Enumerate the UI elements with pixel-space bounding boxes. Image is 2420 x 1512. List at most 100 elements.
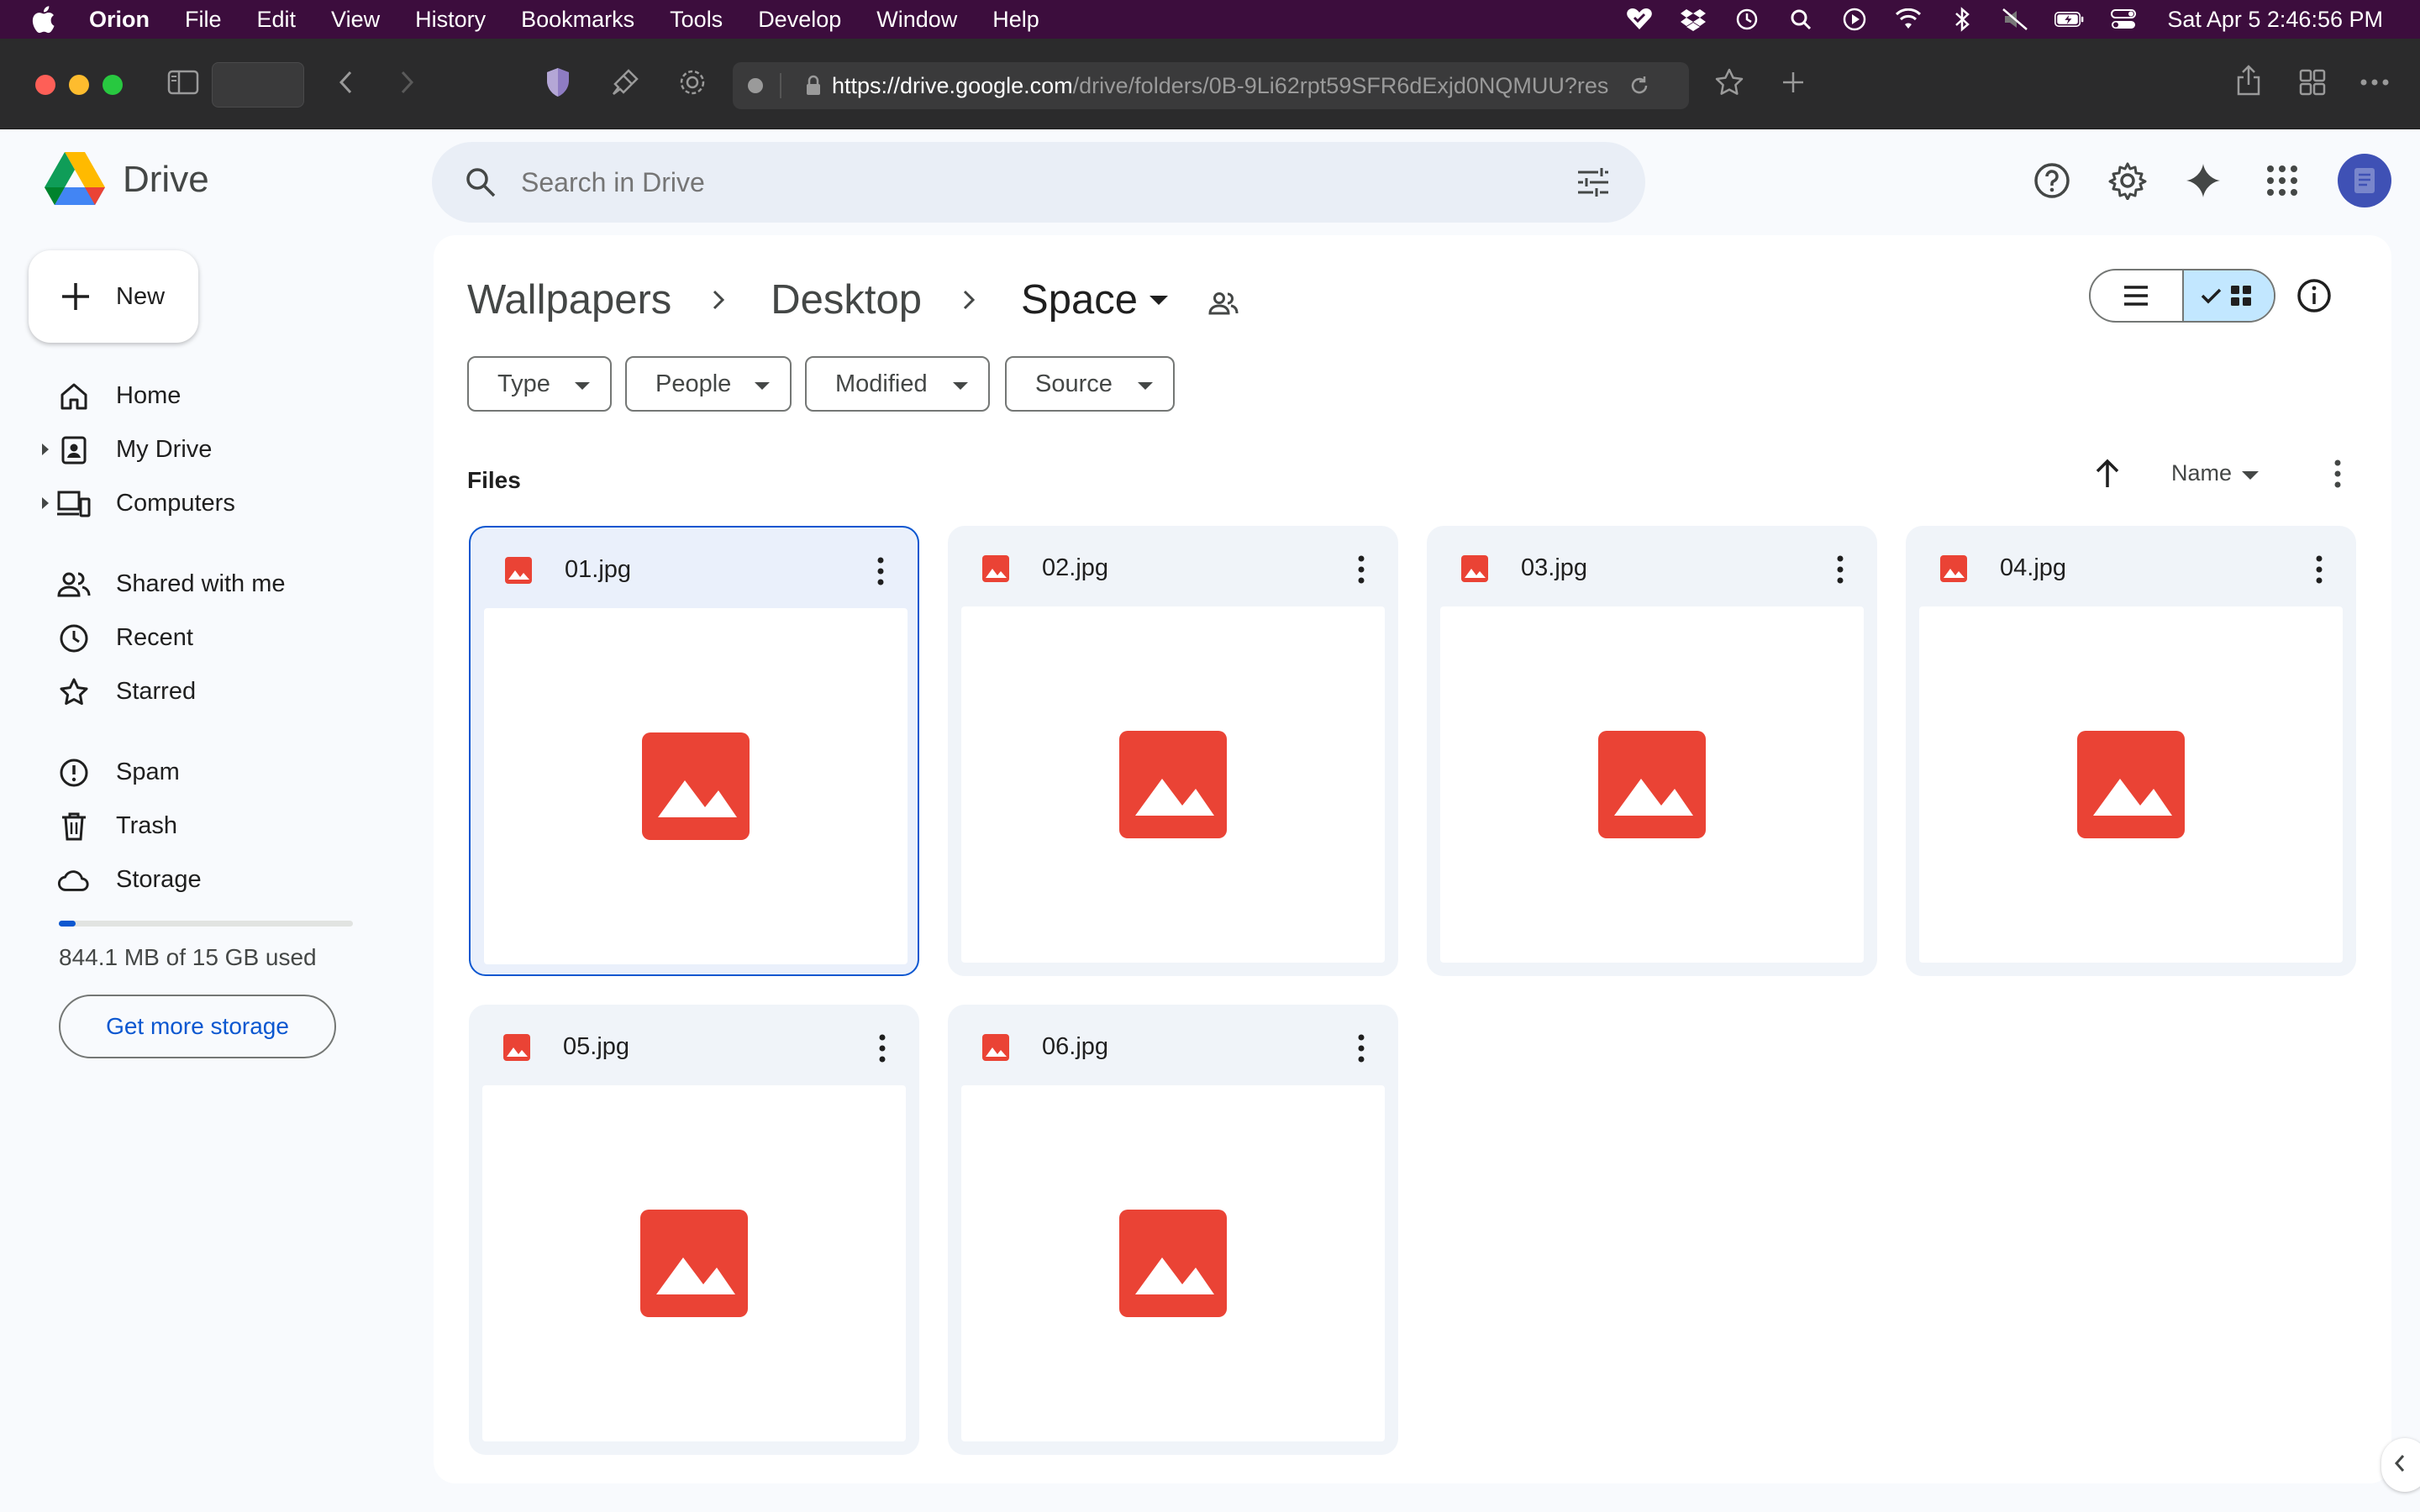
- file-name[interactable]: 03.jpg: [1521, 554, 1587, 582]
- file-thumbnail[interactable]: [961, 606, 1385, 963]
- menu-window[interactable]: Window: [876, 7, 957, 33]
- file-thumbnail[interactable]: [1919, 606, 2343, 963]
- modified-filter-chip[interactable]: Modified: [805, 356, 990, 412]
- apps-grid-icon[interactable]: [2259, 157, 2306, 204]
- sort-direction-icon[interactable]: [2089, 455, 2126, 492]
- close-window-button[interactable]: [35, 75, 55, 95]
- menu-view[interactable]: View: [331, 7, 380, 33]
- expand-caret-icon[interactable]: [42, 444, 49, 455]
- file-name[interactable]: 06.jpg: [1042, 1033, 1108, 1061]
- zoom-window-button[interactable]: [103, 75, 123, 95]
- drive-logo-icon[interactable]: [44, 150, 106, 206]
- people-filter-chip[interactable]: People: [625, 356, 792, 412]
- source-filter-chip[interactable]: Source: [1005, 356, 1175, 412]
- shared-folder-icon[interactable]: [1207, 283, 1240, 317]
- vpn-heart-icon[interactable]: [1624, 7, 1655, 32]
- list-view-button[interactable]: [2091, 270, 2182, 321]
- more-options-icon[interactable]: [2356, 64, 2393, 101]
- forward-icon[interactable]: [395, 66, 420, 99]
- breadcrumb-desktop[interactable]: Desktop: [771, 276, 922, 323]
- menu-help[interactable]: Help: [992, 7, 1039, 33]
- address-bar[interactable]: https://drive.google.com/drive/folders/0…: [733, 62, 1689, 109]
- file-name[interactable]: 05.jpg: [563, 1033, 629, 1061]
- file-name[interactable]: 04.jpg: [2000, 554, 2066, 582]
- menu-edit[interactable]: Edit: [257, 7, 297, 33]
- apple-icon[interactable]: [30, 4, 57, 34]
- search-input[interactable]: [521, 166, 1529, 198]
- breadcrumb-current-folder[interactable]: Space: [1021, 276, 1138, 323]
- play-icon[interactable]: [1839, 7, 1870, 32]
- menu-bookmarks[interactable]: Bookmarks: [521, 7, 634, 33]
- file-card[interactable]: 01.jpg: [469, 526, 919, 976]
- file-thumbnail[interactable]: [484, 608, 908, 964]
- sidebar-item-storage[interactable]: Storage: [0, 853, 403, 906]
- menu-develop[interactable]: Develop: [758, 7, 841, 33]
- file-more-icon[interactable]: [2301, 551, 2338, 588]
- more-actions-icon[interactable]: [2319, 455, 2356, 492]
- file-thumbnail[interactable]: [1440, 606, 1864, 963]
- share-icon[interactable]: [2230, 62, 2267, 99]
- account-avatar[interactable]: [2338, 154, 2391, 207]
- help-icon[interactable]: [2028, 157, 2075, 204]
- file-card[interactable]: 06.jpg: [948, 1005, 1398, 1455]
- extensions-gear-icon[interactable]: [674, 64, 711, 101]
- file-card[interactable]: 04.jpg: [1906, 526, 2356, 976]
- file-card[interactable]: 03.jpg: [1427, 526, 1877, 976]
- tools-icon[interactable]: [607, 64, 644, 101]
- side-panel-toggle[interactable]: [2381, 1438, 2420, 1492]
- file-thumbnail[interactable]: [482, 1085, 906, 1441]
- minimize-window-button[interactable]: [69, 75, 89, 95]
- file-more-icon[interactable]: [862, 553, 899, 590]
- new-button[interactable]: New: [29, 250, 198, 343]
- file-name[interactable]: 02.jpg: [1042, 554, 1108, 582]
- get-more-storage-button[interactable]: Get more storage: [59, 995, 336, 1058]
- sidebar-item-recent[interactable]: Recent: [0, 612, 403, 664]
- menu-history[interactable]: History: [415, 7, 486, 33]
- expand-caret-icon[interactable]: [42, 497, 49, 509]
- bookmark-star-icon[interactable]: [1711, 64, 1748, 101]
- file-name[interactable]: 01.jpg: [565, 556, 631, 584]
- file-thumbnail[interactable]: [961, 1085, 1385, 1441]
- menu-file[interactable]: File: [185, 7, 222, 33]
- sidebar-item-starred[interactable]: Starred: [0, 665, 403, 717]
- menu-app-name[interactable]: Orion: [89, 7, 150, 33]
- grid-view-button[interactable]: [2181, 270, 2274, 321]
- file-card[interactable]: 05.jpg: [469, 1005, 919, 1455]
- site-status-icon[interactable]: [748, 78, 763, 93]
- folder-dropdown-icon[interactable]: [1149, 295, 1168, 305]
- file-more-icon[interactable]: [864, 1030, 901, 1067]
- sort-dropdown-icon[interactable]: [2242, 471, 2259, 480]
- spotlight-icon[interactable]: [1786, 7, 1816, 32]
- info-icon[interactable]: [2296, 277, 2333, 314]
- new-tab-icon[interactable]: [1775, 64, 1812, 101]
- reload-icon[interactable]: [1628, 75, 1650, 97]
- url-text[interactable]: https://drive.google.com/drive/folders/0…: [832, 73, 1622, 99]
- search-options-icon[interactable]: [1575, 164, 1612, 201]
- sort-field-button[interactable]: Name: [2171, 460, 2232, 486]
- sidebar-item-computers[interactable]: Computers: [0, 477, 403, 529]
- file-card[interactable]: 02.jpg: [948, 526, 1398, 976]
- shield-icon[interactable]: [539, 64, 576, 101]
- menubar-clock[interactable]: Sat Apr 5 2:46:56 PM: [2167, 7, 2383, 33]
- search-icon[interactable]: [462, 164, 499, 201]
- file-more-icon[interactable]: [1343, 1030, 1380, 1067]
- file-more-icon[interactable]: [1822, 551, 1859, 588]
- sidebar-item-my-drive[interactable]: My Drive: [0, 423, 403, 475]
- search-bar[interactable]: [432, 142, 1645, 223]
- settings-gear-icon[interactable]: [2104, 157, 2151, 204]
- sidebar-toggle-icon[interactable]: [165, 66, 202, 99]
- bluetooth-icon[interactable]: [1947, 7, 1977, 32]
- sidebar-item-home[interactable]: Home: [0, 370, 403, 422]
- gemini-sparkle-icon[interactable]: [2180, 157, 2227, 204]
- time-machine-icon[interactable]: [1732, 7, 1762, 32]
- type-filter-chip[interactable]: Type: [467, 356, 612, 412]
- wifi-icon[interactable]: [1893, 7, 1923, 32]
- lock-icon[interactable]: [805, 75, 822, 97]
- control-center-icon[interactable]: [2108, 7, 2139, 32]
- file-more-icon[interactable]: [1343, 551, 1380, 588]
- menu-tools[interactable]: Tools: [670, 7, 723, 33]
- breadcrumb-wallpapers[interactable]: Wallpapers: [467, 276, 671, 323]
- dropbox-icon[interactable]: [1678, 7, 1708, 32]
- sidebar-item-trash[interactable]: Trash: [0, 800, 403, 852]
- battery-icon[interactable]: [2054, 7, 2085, 32]
